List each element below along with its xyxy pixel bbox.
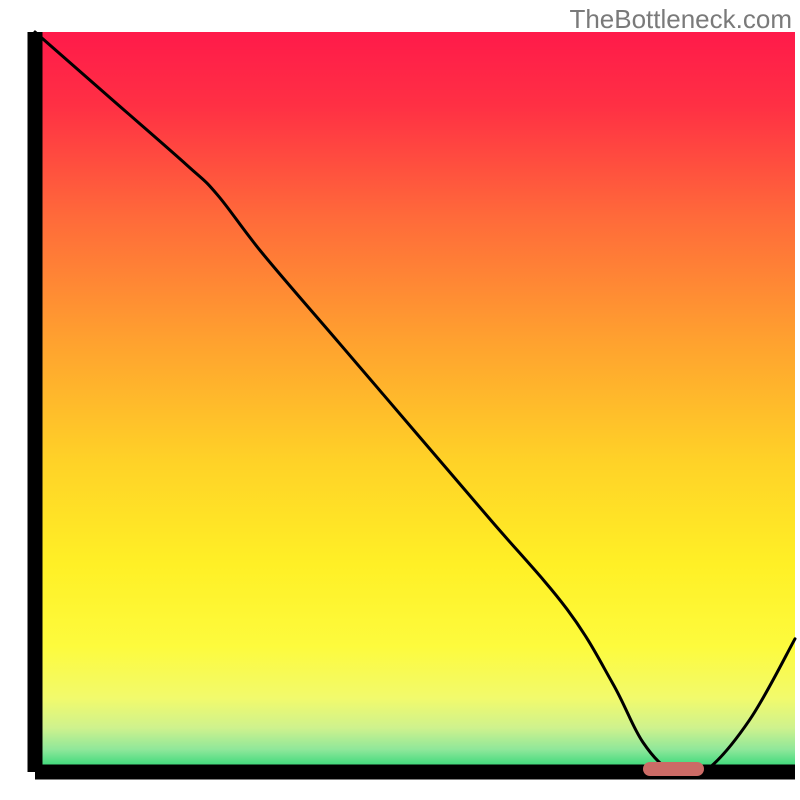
optimal-range-marker xyxy=(643,762,704,776)
plot-area xyxy=(35,32,795,772)
watermark-text: TheBottleneck.com xyxy=(569,4,792,35)
bottleneck-chart xyxy=(0,0,800,800)
